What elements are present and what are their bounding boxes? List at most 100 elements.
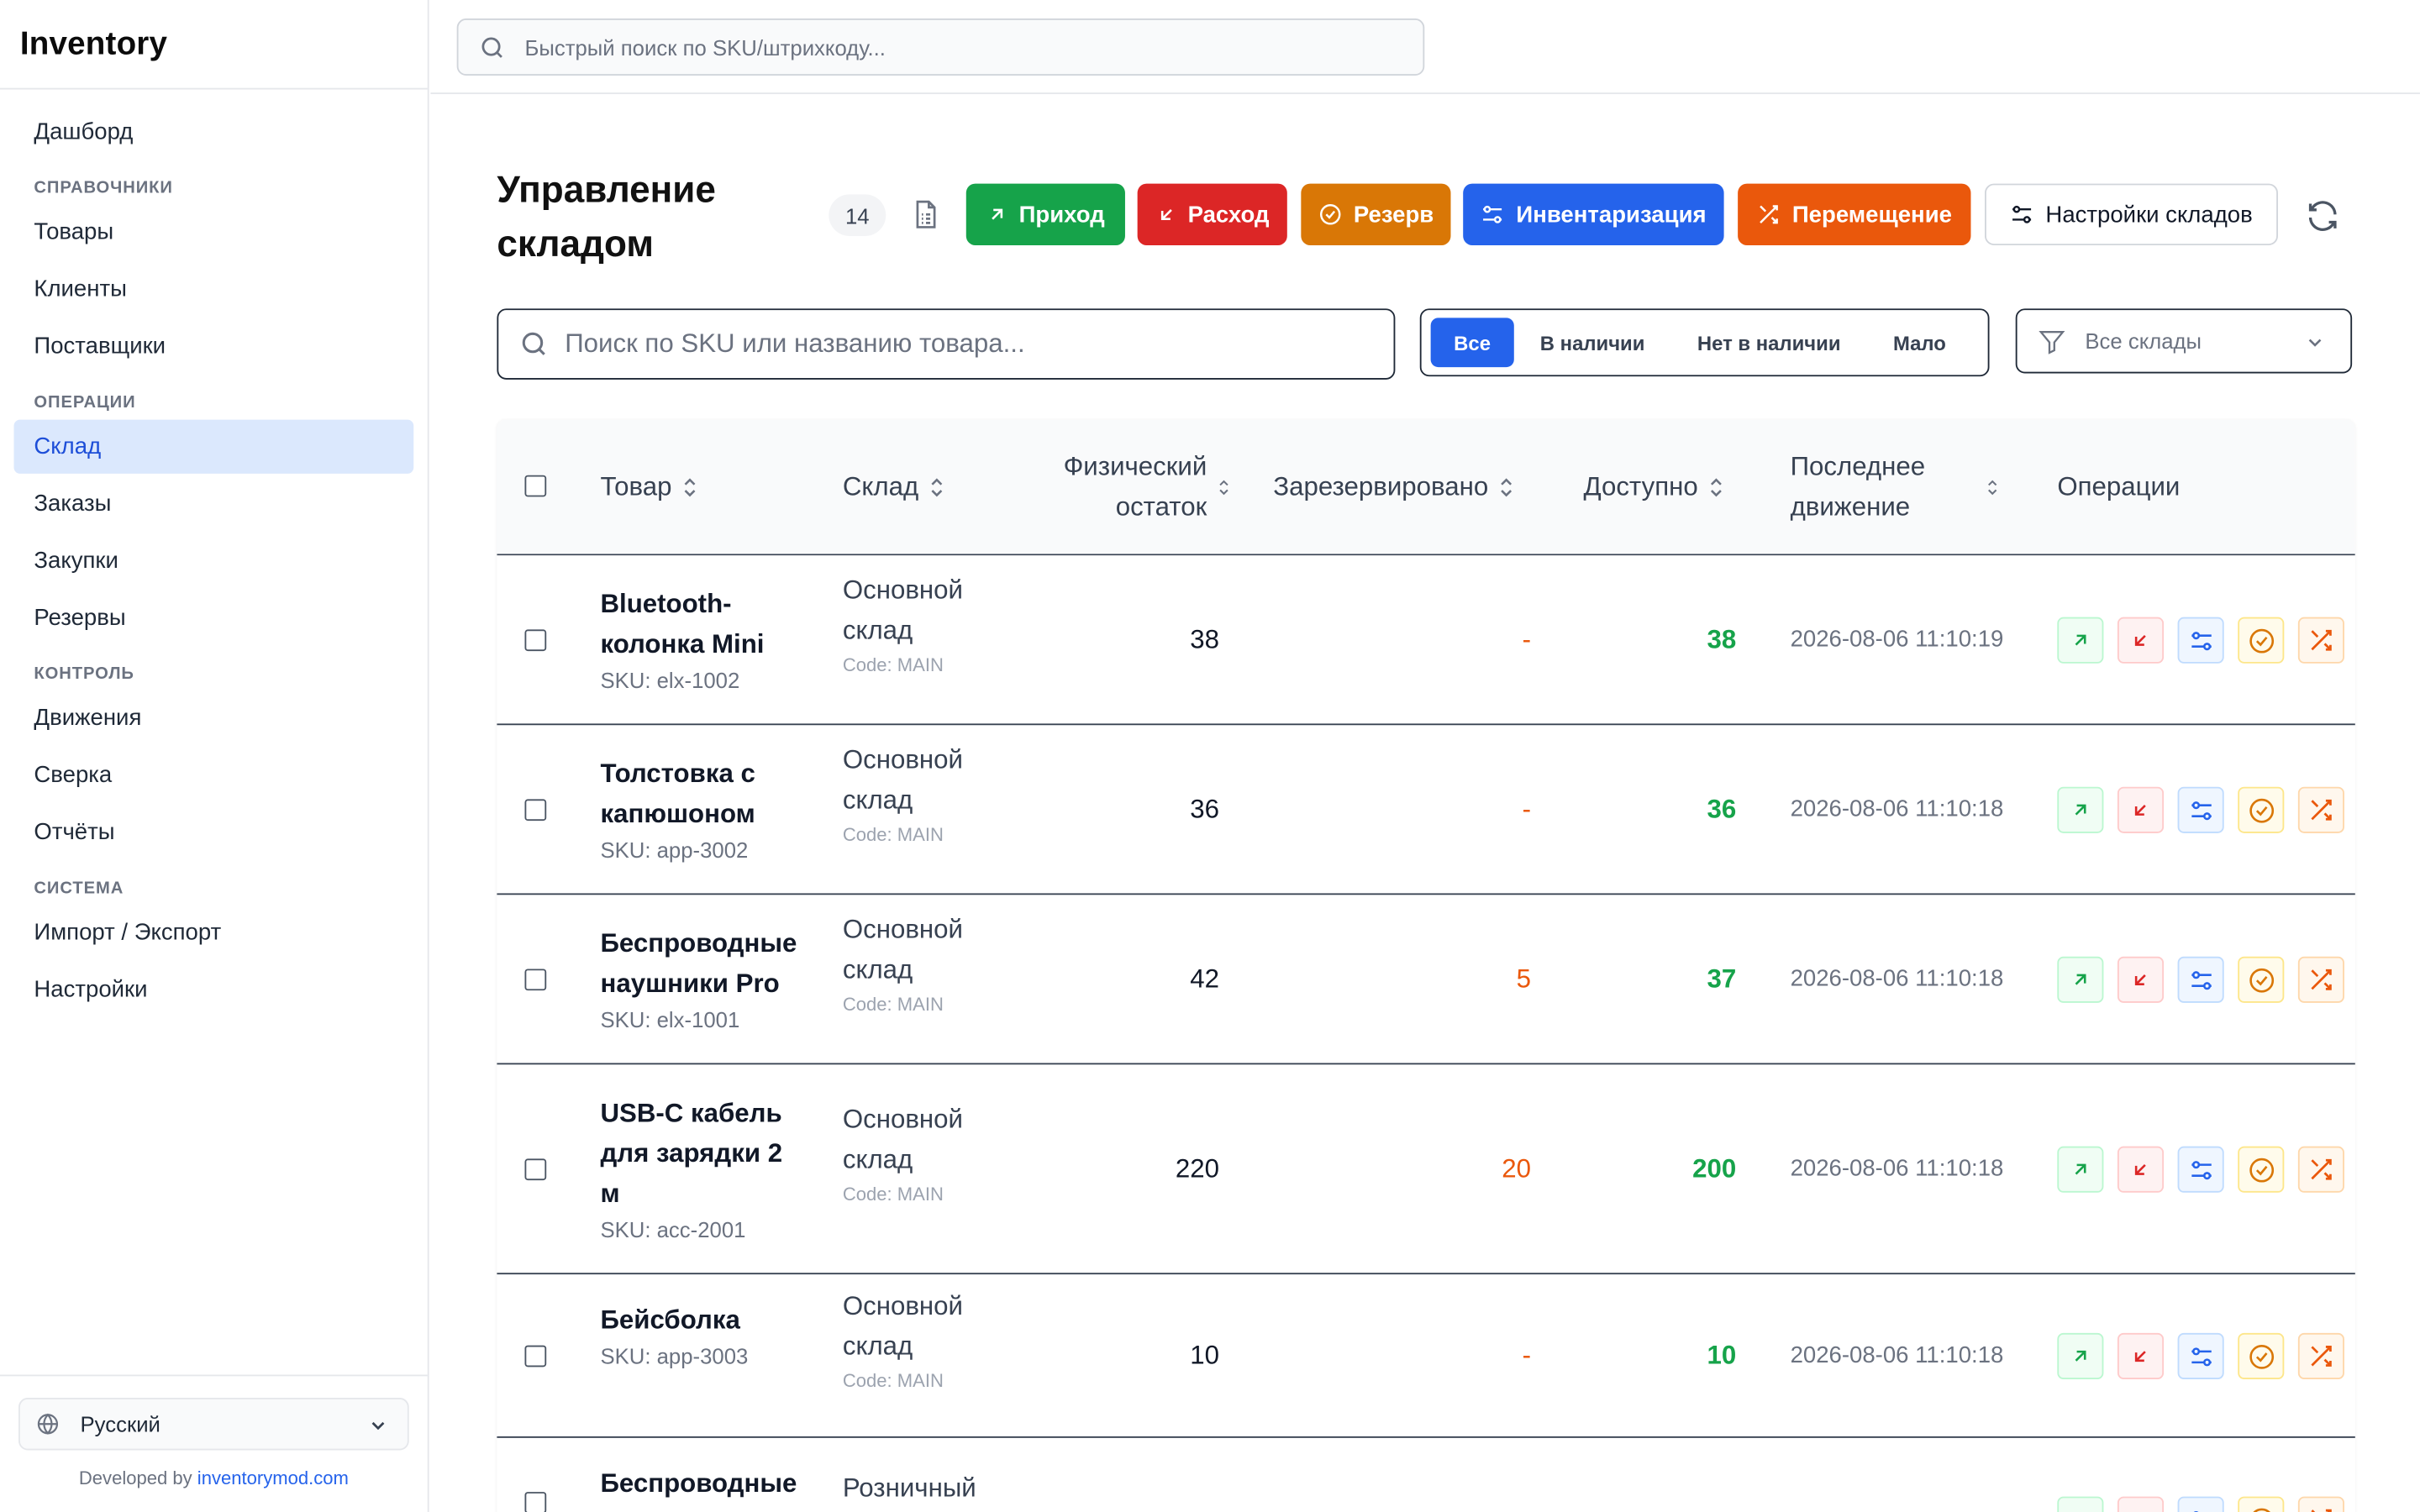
product-cell[interactable]: Беспроводные [600,1464,808,1504]
document-icon[interactable] [909,196,943,233]
last-movement-date: 2026-08-06 11:10:18 [1790,965,2004,992]
product-cell[interactable]: Бейсболка SKU: app-3003 [600,1300,808,1371]
expense-op-button[interactable] [2117,1496,2165,1512]
transfer-op-button[interactable] [2297,1146,2344,1193]
inventory-op-button[interactable] [2177,1146,2224,1193]
reserve-op-button[interactable] [2238,956,2285,1003]
product-name: Беспроводные наушники Pro [600,928,797,999]
expense-op-button[interactable] [2117,1332,2165,1380]
language-select[interactable]: Русский [18,1398,409,1451]
row-checkbox[interactable] [524,969,547,991]
column-physical[interactable]: Физический остаток [1037,448,1230,528]
sidebar-item-settings[interactable]: Настройки [14,963,414,1016]
receipt-op-button[interactable] [2057,617,2104,664]
receipt-op-button[interactable] [2057,956,2104,1003]
sliders-icon [2188,1507,2214,1512]
check-circle-icon [2246,795,2275,825]
reserve-button[interactable]: Резерв [1301,183,1451,246]
expense-op-button[interactable] [2117,956,2165,1003]
sidebar-item-clients[interactable]: Клиенты [14,262,414,316]
reserve-op-button[interactable] [2238,617,2285,664]
inventory-op-button[interactable] [2177,1332,2224,1380]
last-movement-date: 2026-08-06 11:10:18 [1790,795,2004,822]
row-checkbox[interactable] [524,1492,547,1512]
inventory-op-button[interactable] [2177,617,2224,664]
product-cell[interactable]: Bluetooth-колонка Mini SKU: elx-1002 [600,585,808,696]
expense-button[interactable]: Расход [1137,183,1287,246]
table-row: Беспроводные Розничный [497,1438,2354,1512]
column-product[interactable]: Товар [600,468,697,508]
brand-logo[interactable]: Inventory [0,0,428,90]
column-warehouse[interactable]: Склад [843,468,945,508]
language-label: Русский [80,1411,160,1436]
receipt-op-button[interactable] [2057,786,2104,833]
transfer-op-button[interactable] [2297,1496,2344,1512]
row-checkbox[interactable] [524,799,547,822]
warehouse-cell: Основной склад Code: MAIN [843,1100,1013,1209]
product-cell[interactable]: Толстовка с капюшоном SKU: app-3002 [600,754,808,865]
transfer-op-button[interactable] [2297,786,2344,833]
product-cell[interactable]: Беспроводные наушники Pro SKU: elx-1001 [600,924,808,1035]
table-row: Беспроводные наушники Pro SKU: elx-1001 … [497,895,2355,1065]
row-checkbox[interactable] [524,1158,547,1181]
warehouse-code: Code: MAIN [842,1369,944,1392]
receipt-button[interactable]: Приход [965,183,1125,246]
inventory-op-button[interactable] [2177,1496,2224,1512]
reserve-op-button[interactable] [2238,1146,2285,1193]
sliders-icon [1481,202,1505,227]
sidebar-item-warehouse[interactable]: Склад [13,419,414,474]
sidebar-item-import-export[interactable]: Импорт / Экспорт [14,906,414,959]
sidebar-item-reconciliation[interactable]: Сверка [14,748,414,802]
receipt-op-button[interactable] [2057,1332,2104,1380]
expense-op-button[interactable] [2117,1146,2165,1193]
refresh-icon[interactable] [2304,197,2341,234]
tab-low[interactable]: Мало [1867,318,1972,367]
tab-out-of-stock[interactable]: Нет в наличии [1671,318,1867,367]
receipt-op-button[interactable] [2057,1146,2104,1193]
receipt-op-button[interactable] [2057,1496,2104,1512]
transfer-op-button[interactable] [2297,956,2344,1003]
sidebar-item-products[interactable]: Товары [14,205,414,259]
sidebar-item-purchases[interactable]: Закупки [14,533,414,587]
sidebar-item-orders[interactable]: Заказы [14,477,414,531]
warehouse-name: Основной склад [842,1105,963,1174]
product-search-input[interactable] [565,328,1368,360]
inventory-op-button[interactable] [2177,956,2224,1003]
quick-search [456,18,1425,76]
transfer-op-button[interactable] [2297,617,2344,664]
sidebar-item-suppliers[interactable]: Поставщики [14,319,414,373]
sidebar-item-dashboard[interactable]: Дашборд [14,105,414,159]
sidebar-item-reserves[interactable]: Резервы [14,591,414,644]
reserve-op-button[interactable] [2238,786,2285,833]
inventory-op-button[interactable] [2177,786,2224,833]
developer-link[interactable]: inventorymod.com [197,1467,349,1489]
available-qty: 38 [1707,624,1737,654]
quick-search-input[interactable] [524,34,1390,60]
column-available[interactable]: Доступно [1583,468,1723,508]
reserve-op-button[interactable] [2238,1332,2285,1380]
row-checkbox[interactable] [524,1345,547,1368]
product-cell[interactable]: USB-C кабель для зарядки 2 м SKU: acc-20… [600,1094,808,1245]
sidebar-item-reports[interactable]: Отчёты [14,806,414,859]
select-all-checkbox[interactable] [524,475,547,497]
transfer-button[interactable]: Перемещение [1738,183,1971,246]
chevron-down-icon [2304,332,2326,354]
reserve-op-button[interactable] [2238,1496,2285,1512]
product-sku: SKU: app-3002 [600,837,749,863]
tab-in-stock[interactable]: В наличии [1514,318,1671,367]
shuffle-icon [2307,796,2335,824]
tab-all[interactable]: Все [1430,318,1514,368]
row-checkbox[interactable] [524,629,547,652]
expense-op-button[interactable] [2117,617,2165,664]
row-operations [2057,1496,2344,1512]
inventory-label: Инвентаризация [1516,201,1707,228]
sidebar-item-movements[interactable]: Движения [14,691,414,745]
warehouse-settings-button[interactable]: Настройки складов [1984,183,2278,246]
transfer-op-button[interactable] [2297,1332,2344,1380]
warehouse-filter-select[interactable]: Все склады [2015,308,2353,374]
expense-op-button[interactable] [2117,786,2165,833]
warehouse-name: Розничный [842,1473,976,1503]
column-reserved[interactable]: Зарезервировано [1273,468,1514,508]
column-last-movement[interactable]: Последнее движение [1791,448,2007,528]
inventory-button[interactable]: Инвентаризация [1463,183,1724,246]
